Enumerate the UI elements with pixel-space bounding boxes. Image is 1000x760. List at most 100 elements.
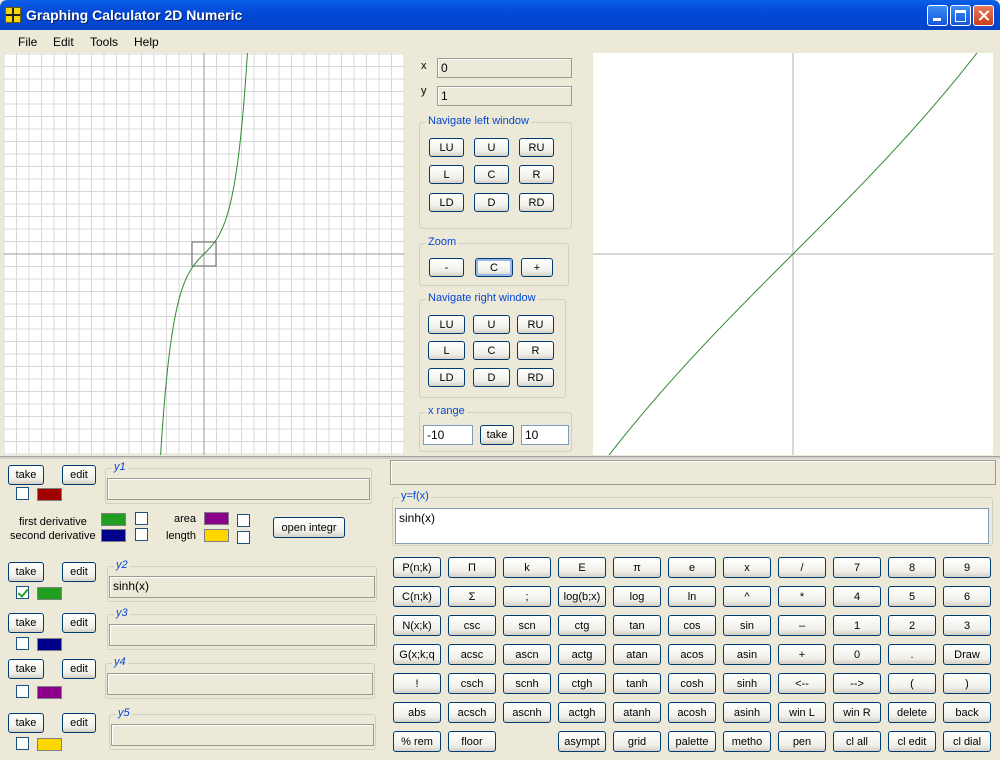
- key-4[interactable]: 4: [833, 586, 881, 607]
- key-e[interactable]: e: [668, 557, 716, 578]
- y1-color-swatch[interactable]: [37, 488, 62, 501]
- key-2[interactable]: 2: [888, 615, 936, 636]
- nav-right-r-button[interactable]: R: [517, 341, 554, 360]
- key-scn[interactable]: scn: [503, 615, 551, 636]
- nav-right-c-button[interactable]: C: [473, 341, 510, 360]
- y4-expression-field[interactable]: [107, 673, 373, 695]
- y3-color-swatch[interactable]: [37, 638, 62, 651]
- key-acsc[interactable]: acsc: [448, 644, 496, 665]
- key-r1c1[interactable]: Σ: [448, 586, 496, 607]
- right-graph-svg[interactable]: [593, 53, 993, 455]
- nav-right-rd-button[interactable]: RD: [517, 368, 554, 387]
- nav-right-ru-button[interactable]: RU: [517, 315, 554, 334]
- y2-expression-field[interactable]: sinh(x): [109, 576, 375, 598]
- key-r0c4[interactable]: π: [613, 557, 661, 578]
- key-pen[interactable]: pen: [778, 731, 826, 752]
- key-8[interactable]: 8: [888, 557, 936, 578]
- first-derivative-checkbox[interactable]: [135, 512, 148, 525]
- y2-color-swatch[interactable]: [37, 587, 62, 600]
- right-graph-canvas[interactable]: [593, 53, 993, 455]
- second-derivative-color-swatch[interactable]: [101, 529, 126, 542]
- function-editor-input[interactable]: sinh(x): [395, 508, 989, 544]
- zoom-center-button[interactable]: C: [475, 258, 513, 277]
- key-csch[interactable]: csch: [448, 673, 496, 694]
- y4-color-swatch[interactable]: [37, 686, 62, 699]
- key-cl-edit[interactable]: cl edit: [888, 731, 936, 752]
- key-r0c1[interactable]: Π: [448, 557, 496, 578]
- nav-left-rd-button[interactable]: RD: [519, 193, 554, 212]
- y4-visible-checkbox[interactable]: [16, 685, 29, 698]
- length-color-swatch[interactable]: [204, 529, 229, 542]
- take-y5-button[interactable]: take: [8, 713, 44, 733]
- y3-expression-field[interactable]: [109, 624, 375, 646]
- key-draw[interactable]: Draw: [943, 644, 991, 665]
- key-k[interactable]: k: [503, 557, 551, 578]
- key-win-r[interactable]: win R: [833, 702, 881, 723]
- nav-left-l-button[interactable]: L: [429, 165, 464, 184]
- menu-file[interactable]: File: [18, 35, 37, 49]
- key-g-x-k-q[interactable]: G(x;k;q: [393, 644, 441, 665]
- key-p-n-k[interactable]: P(n;k): [393, 557, 441, 578]
- key-actg[interactable]: actg: [558, 644, 606, 665]
- key-asin[interactable]: asin: [723, 644, 771, 665]
- nav-left-r-button[interactable]: R: [519, 165, 554, 184]
- key-floor[interactable]: floor: [448, 731, 496, 752]
- y5-expression-field[interactable]: [111, 724, 374, 746]
- key-asinh[interactable]: asinh: [723, 702, 771, 723]
- key-actgh[interactable]: actgh: [558, 702, 606, 723]
- key-acosh[interactable]: acosh: [668, 702, 716, 723]
- key-ctg[interactable]: ctg: [558, 615, 606, 636]
- nav-right-lu-button[interactable]: LU: [428, 315, 465, 334]
- area-color-swatch[interactable]: [204, 512, 229, 525]
- edit-y3-button[interactable]: edit: [62, 613, 96, 633]
- close-button[interactable]: [973, 5, 994, 26]
- key-abs[interactable]: abs: [393, 702, 441, 723]
- menu-edit[interactable]: Edit: [53, 35, 74, 49]
- key-r4c7[interactable]: <--: [778, 673, 826, 694]
- key-atan[interactable]: atan: [613, 644, 661, 665]
- take-y2-button[interactable]: take: [8, 562, 44, 582]
- open-integr-button[interactable]: open integr: [273, 517, 345, 538]
- key-ctgh[interactable]: ctgh: [558, 673, 606, 694]
- key-r3c7[interactable]: +: [778, 644, 826, 665]
- key-grid[interactable]: grid: [613, 731, 661, 752]
- key-tan[interactable]: tan: [613, 615, 661, 636]
- zoom-in-button[interactable]: +: [521, 258, 553, 277]
- menu-tools[interactable]: Tools: [90, 35, 118, 49]
- key-ln[interactable]: ln: [668, 586, 716, 607]
- nav-left-ld-button[interactable]: LD: [429, 193, 464, 212]
- x-range-max-input[interactable]: 10: [521, 425, 569, 445]
- nav-left-c-button[interactable]: C: [474, 165, 509, 184]
- x-range-min-input[interactable]: -10: [423, 425, 473, 445]
- nav-left-ru-button[interactable]: RU: [519, 138, 554, 157]
- key-r4c9[interactable]: (: [888, 673, 936, 694]
- key-win-l[interactable]: win L: [778, 702, 826, 723]
- key-9[interactable]: 9: [943, 557, 991, 578]
- key-3[interactable]: 3: [943, 615, 991, 636]
- key-0[interactable]: 0: [833, 644, 881, 665]
- key-acos[interactable]: acos: [668, 644, 716, 665]
- y5-color-swatch[interactable]: [37, 738, 62, 751]
- second-derivative-checkbox[interactable]: [135, 528, 148, 541]
- key-log[interactable]: log: [613, 586, 661, 607]
- take-y3-button[interactable]: take: [8, 613, 44, 633]
- key-cl-dial[interactable]: cl dial: [943, 731, 991, 752]
- key-acsch[interactable]: acsch: [448, 702, 496, 723]
- key-scnh[interactable]: scnh: [503, 673, 551, 694]
- y-coord-field[interactable]: 1: [437, 86, 572, 106]
- key-ascnh[interactable]: ascnh: [503, 702, 551, 723]
- key-cos[interactable]: cos: [668, 615, 716, 636]
- nav-right-ld-button[interactable]: LD: [428, 368, 465, 387]
- key-r4c10[interactable]: ): [943, 673, 991, 694]
- key-r4c0[interactable]: !: [393, 673, 441, 694]
- left-graph-canvas[interactable]: [4, 53, 404, 455]
- key-n-x-k[interactable]: N(x;k): [393, 615, 441, 636]
- y1-expression-field[interactable]: [107, 478, 370, 500]
- nav-right-l-button[interactable]: L: [428, 341, 465, 360]
- key-tanh[interactable]: tanh: [613, 673, 661, 694]
- nav-right-u-button[interactable]: U: [473, 315, 510, 334]
- nav-right-d-button[interactable]: D: [473, 368, 510, 387]
- x-range-take-button[interactable]: take: [480, 425, 514, 445]
- key-e[interactable]: E: [558, 557, 606, 578]
- key-back[interactable]: back: [943, 702, 991, 723]
